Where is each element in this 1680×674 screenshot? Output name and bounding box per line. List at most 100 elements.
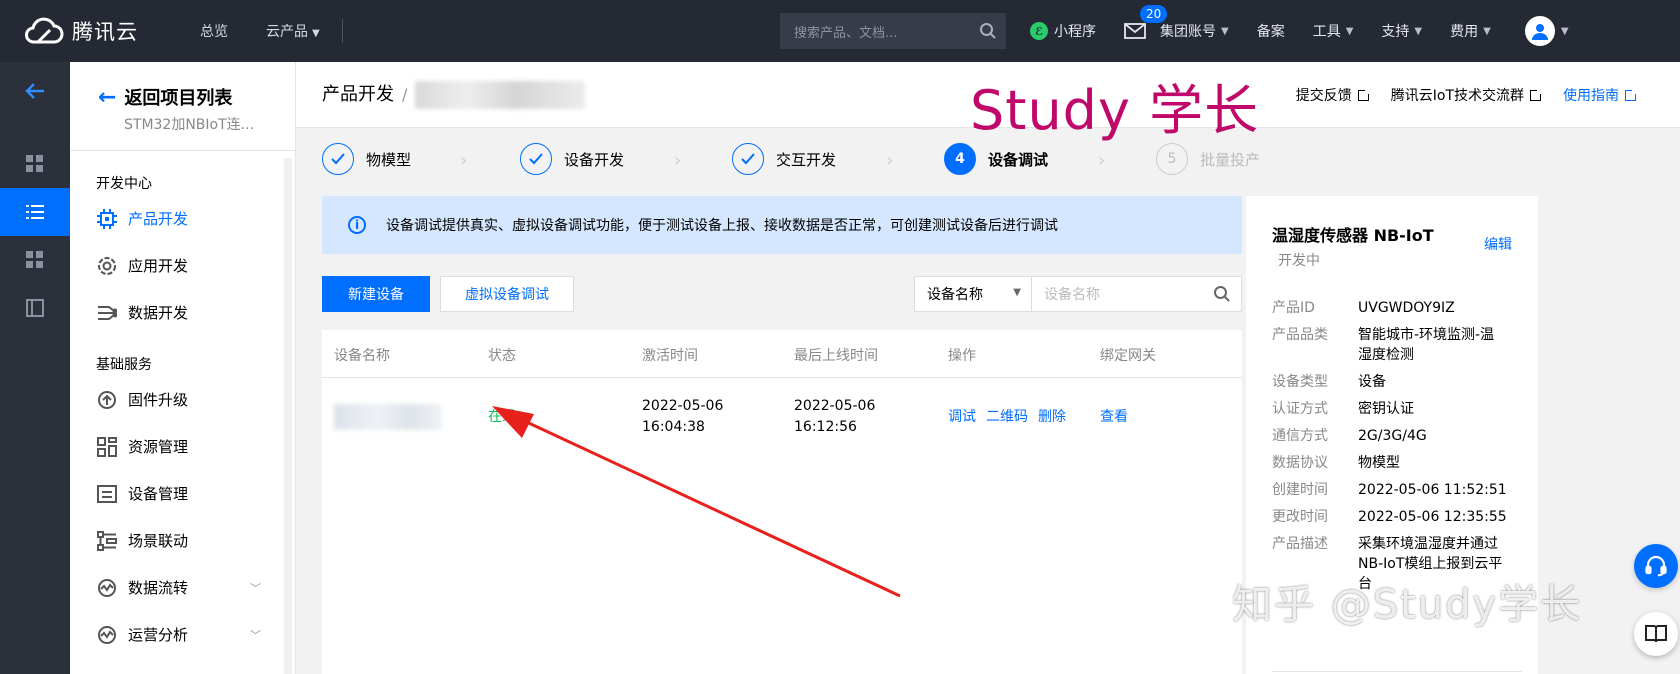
mail-icon (1124, 23, 1146, 39)
field-label: 创建时间 (1272, 482, 1328, 498)
mini-program-link[interactable]: ℰ 小程序 (1030, 21, 1096, 41)
topbar-right: ℰ 小程序 20 集团账号 ▼ 备案 工具 ▼ 支持 ▼ 费用 ▼ ▼ (1030, 0, 1569, 62)
feedback-link[interactable]: 提交反馈 (1295, 85, 1371, 105)
global-search[interactable]: 搜索产品、文档... (780, 13, 1006, 49)
sidebar-item-label: 数据开发 (128, 304, 189, 322)
info-notice: i 设备调试提供真实、虚拟设备调试功能，便于测试设备上报、接收数据是否正常，可创… (322, 196, 1242, 254)
search-icon[interactable] (1213, 285, 1231, 307)
step-label: 设备调试 (988, 150, 1049, 169)
debug-link[interactable]: 调试 (948, 409, 976, 425)
sidebar-item-data-dev[interactable]: 数据开发 (70, 289, 295, 336)
step-number-4: 4 (944, 143, 976, 175)
sidebar-item-data-transfer[interactable]: 数据流转 ﹀ (70, 564, 295, 611)
feedback-label: 提交反馈 (1295, 88, 1352, 104)
field-label: 产品ID (1272, 300, 1315, 316)
nav-overview[interactable]: 总览 (200, 21, 228, 41)
device-name-blurred[interactable] (334, 404, 442, 430)
notice-text: 设备调试提供真实、虚拟设备调试功能，便于测试设备上报、接收数据是否正常，可创建测… (386, 218, 1058, 234)
guide-label: 使用指南 (1563, 88, 1619, 104)
docs-float-button[interactable] (1634, 612, 1678, 656)
product-field-row: 产品ID UVGWDOY9IZ (1272, 298, 1522, 318)
product-field-row: 产品品类 智能城市-环境监测-温湿度检测 (1272, 325, 1522, 365)
sidebar-divider (70, 150, 295, 151)
rail-docs[interactable] (0, 284, 70, 332)
info-icon: i (348, 216, 366, 234)
field-value: 2022-05-06 12:35:55 (1358, 509, 1507, 525)
breadcrumb-product-blurred (415, 81, 586, 109)
main-scrollbar[interactable] (1672, 128, 1680, 674)
guide-link[interactable]: 使用指南 (1563, 85, 1638, 105)
product-field-row: 通信方式 2G/3G/4G (1272, 426, 1522, 446)
billing-menu[interactable]: 费用 ▼ (1450, 21, 1491, 41)
search-icon[interactable] (970, 13, 1006, 49)
chevron-right-icon: › (460, 150, 468, 171)
user-avatar[interactable] (1524, 16, 1555, 46)
caret-down-icon[interactable]: ▼ (1561, 26, 1569, 37)
step-device-dev[interactable]: 设备开发 (520, 142, 624, 176)
tools-menu[interactable]: 工具 ▼ (1313, 21, 1354, 41)
field-value: 2022-05-06 11:52:51 (1358, 482, 1507, 498)
filter-field-select[interactable]: 设备名称 ▼ (914, 276, 1032, 312)
delete-link[interactable]: 删除 (1038, 409, 1066, 425)
billing-label: 费用 (1450, 24, 1479, 40)
view-gateway-link[interactable]: 查看 (1100, 406, 1128, 426)
support-menu[interactable]: 支持 ▼ (1381, 21, 1422, 41)
breadcrumb-root[interactable]: 产品开发 (322, 84, 394, 105)
new-device-button[interactable]: 新建设备 (322, 276, 430, 312)
nav-divider (341, 19, 343, 43)
mail-button[interactable]: 20 (1124, 5, 1168, 39)
sidebar-item-scene[interactable]: 场景联动 (70, 517, 295, 564)
device-name-search-input[interactable]: 设备名称 (1032, 276, 1242, 312)
headset-icon (1645, 555, 1667, 577)
sidebar-item-product-dev[interactable]: 产品开发 (70, 195, 295, 242)
mini-program-icon: ℰ (1030, 22, 1048, 40)
sidebar-item-label: 设备管理 (128, 485, 189, 503)
virtual-debug-button[interactable]: 虚拟设备调试 (440, 276, 574, 312)
rail-apps[interactable] (0, 236, 70, 284)
external-link-icon (1530, 87, 1543, 101)
step-interaction-dev[interactable]: 交互开发 (732, 142, 836, 176)
chip-icon (96, 208, 118, 230)
external-link-icon (1357, 87, 1371, 101)
step-label: 设备开发 (564, 150, 625, 169)
customer-service-button[interactable] (1634, 544, 1678, 588)
search-input[interactable]: 搜索产品、文档... (794, 22, 970, 41)
qrcode-link[interactable]: 二维码 (986, 409, 1028, 425)
check-icon (520, 143, 552, 175)
step-mass-production[interactable]: 5 批量投产 (1156, 142, 1260, 176)
product-fields: 产品ID UVGWDOY9IZ 产品品类 智能城市-环境监测-温湿度检测 设备类型设… (1272, 298, 1522, 601)
edit-product-link[interactable]: 编辑 (1484, 234, 1512, 254)
caret-down-icon: ▼ (1414, 25, 1423, 37)
step-device-debug[interactable]: 4 设备调试 (944, 142, 1048, 176)
chevron-down-icon[interactable]: ﹀ (250, 580, 261, 596)
firmware-icon (96, 389, 118, 411)
sidebar-item-resource[interactable]: 资源管理 (70, 423, 295, 470)
sidebar-item-label: 数据流转 (128, 579, 189, 597)
caret-down-icon: ▼ (1345, 25, 1354, 37)
arrow-left-icon: ← (98, 84, 117, 110)
sidebar-item-analytics[interactable]: 运营分析 ﹀ (70, 611, 295, 658)
brand-logo[interactable]: 腾讯云 (22, 16, 162, 46)
rail-back-button[interactable] (0, 62, 70, 120)
grid-icon (26, 155, 43, 172)
group-account-menu[interactable]: 集团账号 ▼ (1160, 21, 1229, 41)
rail-overview[interactable] (0, 140, 70, 188)
sidebar-item-firmware[interactable]: 固件升级 (70, 376, 295, 423)
rail-list[interactable] (0, 188, 70, 236)
sidebar-scrollbar[interactable] (284, 158, 292, 674)
chevron-down-icon[interactable]: ﹀ (250, 627, 261, 643)
nav-products[interactable]: 云产品 ▼ (266, 21, 320, 41)
step-thing-model[interactable]: 物模型 (322, 142, 411, 176)
sidebar-item-device-mgmt[interactable]: 设备管理 (70, 470, 295, 517)
brand-name: 腾讯云 (72, 20, 138, 44)
back-to-projects[interactable]: ← 返回项目列表 STM32加NBIoT连... (70, 62, 295, 134)
product-field-row: 设备类型 设备 (1272, 372, 1522, 392)
table-header: 设备名称 状态 激活时间 最后上线时间 操作 绑定网关 (322, 330, 1242, 378)
iot-group-label: 腾讯云IoT技术交流群 (1390, 88, 1524, 104)
field-label: 通信方式 (1272, 428, 1328, 444)
analytics-icon (96, 624, 118, 646)
sidebar-item-app-dev[interactable]: 应用开发 (70, 242, 295, 289)
iot-group-link[interactable]: 腾讯云IoT技术交流群 (1390, 85, 1543, 105)
filing-link[interactable]: 备案 (1257, 21, 1285, 41)
check-icon (732, 143, 764, 175)
